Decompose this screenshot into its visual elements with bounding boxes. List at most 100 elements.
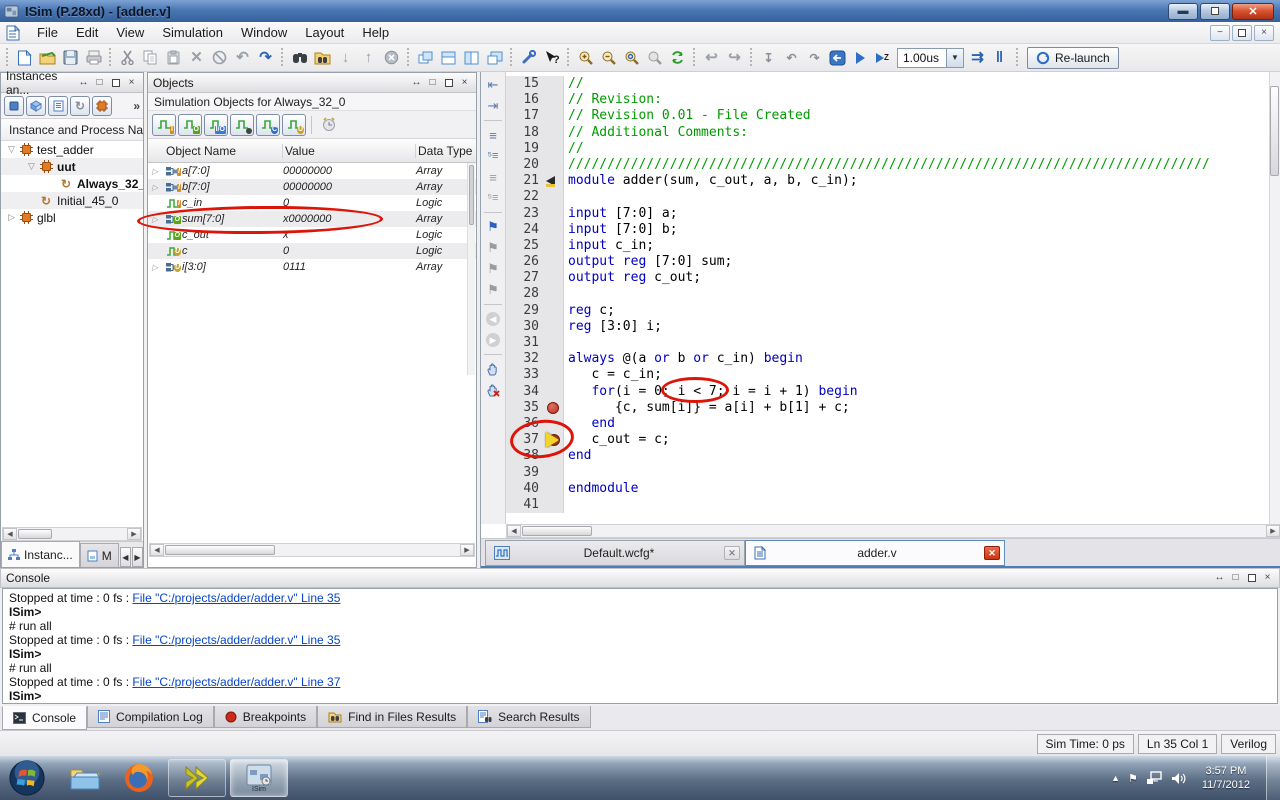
code-line-18[interactable]: 18// Additional Comments: bbox=[506, 125, 1270, 141]
close-panel-icon[interactable]: × bbox=[458, 76, 471, 89]
code-line-34[interactable]: 34 for(i = 0; i < 7; i = i + 1) begin bbox=[506, 384, 1270, 400]
tile-vertical-button[interactable] bbox=[460, 46, 483, 69]
toolbar-grip[interactable] bbox=[509, 48, 514, 68]
row-expander[interactable]: ▷ bbox=[148, 215, 162, 224]
zoom-area-button[interactable] bbox=[643, 46, 666, 69]
code-line-15[interactable]: 15// bbox=[506, 76, 1270, 92]
taskbar-firefox-button[interactable] bbox=[122, 761, 156, 795]
save-button[interactable] bbox=[59, 46, 82, 69]
editor-tab-close-button[interactable]: ✕ bbox=[724, 546, 740, 560]
objects-hscrollbar[interactable]: ◀ ▶ bbox=[149, 543, 475, 557]
delete-button[interactable]: ✕ bbox=[185, 46, 208, 69]
object-row-i30[interactable]: ▷Ui[3:0]0111Array bbox=[148, 259, 476, 275]
nav-forward-button[interactable]: ▶ bbox=[483, 331, 503, 349]
tree-expander[interactable]: ▷ bbox=[5, 212, 18, 223]
toolbar-grip[interactable] bbox=[566, 48, 571, 68]
tree-item-always_32_0[interactable]: ↻Always_32_0 bbox=[1, 175, 143, 192]
find-in-files-button[interactable] bbox=[311, 46, 334, 69]
next-bookmark-button[interactable]: ⚑ bbox=[483, 239, 503, 257]
zoom-out-button[interactable] bbox=[597, 46, 620, 69]
code-line-26[interactable]: 26output reg [7:0] sum; bbox=[506, 254, 1270, 270]
editor-tab-adderv[interactable]: adder.v✕ bbox=[745, 540, 1005, 566]
action-center-flag-icon[interactable]: ⚑ bbox=[1128, 772, 1138, 785]
goto-line-button[interactable]: ⁵≡ bbox=[483, 147, 503, 165]
restore-panel-icon[interactable] bbox=[1245, 572, 1258, 585]
editor-tab-defaultwcfg[interactable]: Default.wcfg*✕ bbox=[485, 540, 745, 566]
volume-icon[interactable] bbox=[1171, 772, 1186, 785]
scroll-right-arrow[interactable]: ▶ bbox=[127, 528, 141, 540]
goto-wave-button[interactable]: ↪ bbox=[723, 46, 746, 69]
close-panel-icon[interactable]: × bbox=[125, 76, 138, 89]
code-line-16[interactable]: 16// Revision: bbox=[506, 92, 1270, 108]
scroll-left-arrow[interactable]: ◀ bbox=[507, 525, 521, 537]
next-marker-button[interactable]: ↷ bbox=[803, 46, 826, 69]
toolbar-grip[interactable] bbox=[5, 48, 10, 68]
taskbar-ise-button[interactable] bbox=[168, 759, 226, 797]
tree-expander[interactable]: ▽ bbox=[5, 144, 18, 155]
editor-vscrollbar[interactable] bbox=[1269, 72, 1280, 524]
nav-back-button[interactable]: ◀ bbox=[483, 310, 503, 328]
menu-edit[interactable]: Edit bbox=[67, 23, 107, 42]
instances-filter-module-button[interactable] bbox=[4, 96, 24, 116]
virtual-console-button[interactable] bbox=[317, 113, 340, 136]
code-line-35[interactable]: 35 {c, sum[i]} = a[i] + b[1] + c; bbox=[506, 400, 1270, 416]
code-line-19[interactable]: 19// bbox=[506, 141, 1270, 157]
settings-button[interactable] bbox=[517, 46, 540, 69]
console-source-link[interactable]: File "C:/projects/adder/adder.v" Line 37 bbox=[132, 675, 340, 689]
float-panel-icon[interactable]: ↔ bbox=[1213, 572, 1226, 585]
maximize-panel-icon[interactable]: □ bbox=[93, 76, 106, 89]
open-file-button[interactable] bbox=[36, 46, 59, 69]
code-line-31[interactable]: 31 bbox=[506, 335, 1270, 351]
scroll-right-arrow[interactable]: ▶ bbox=[460, 544, 474, 556]
restart-button[interactable] bbox=[826, 46, 849, 69]
paste-button[interactable] bbox=[162, 46, 185, 69]
close-panel-icon[interactable]: × bbox=[1261, 572, 1274, 585]
unindent-button[interactable]: ⇤ bbox=[483, 76, 503, 94]
step-button[interactable]: ⇉ bbox=[966, 46, 989, 69]
toggle-bookmark-button[interactable]: ⚑ bbox=[483, 218, 503, 236]
tree-item-uut[interactable]: ▽uut bbox=[1, 158, 143, 175]
scroll-thumb[interactable] bbox=[1270, 86, 1279, 176]
menu-view[interactable]: View bbox=[107, 23, 153, 42]
code-line-25[interactable]: 25input c_in; bbox=[506, 238, 1270, 254]
float-panel-icon[interactable]: ↔ bbox=[410, 76, 423, 89]
mdi-restore-button[interactable] bbox=[1232, 25, 1252, 41]
sim-time-combo[interactable]: 1.00us ▼ bbox=[897, 48, 964, 68]
instances-filter-source-button[interactable] bbox=[48, 96, 68, 116]
code-area[interactable]: 15//16// Revision:17// Revision 0.01 - F… bbox=[506, 72, 1270, 524]
prev-bookmark-button[interactable]: ⚑ bbox=[483, 260, 503, 278]
instances-hscrollbar[interactable]: ◀ ▶ bbox=[2, 527, 142, 541]
editor-tab-close-button[interactable]: ✕ bbox=[984, 546, 1000, 560]
zoom-full-button[interactable] bbox=[620, 46, 643, 69]
current-marker[interactable] bbox=[544, 432, 564, 448]
hide-line-numbers-button[interactable]: ≡ bbox=[483, 168, 503, 186]
code-line-33[interactable]: 33 c = c_in; bbox=[506, 367, 1270, 383]
pan-button[interactable] bbox=[483, 360, 503, 378]
object-row-c_in[interactable]: Ic_in0Logic bbox=[148, 195, 476, 211]
relaunch-button[interactable]: Re-launch bbox=[1027, 47, 1119, 69]
toolbar-grip[interactable] bbox=[406, 48, 411, 68]
code-line-41[interactable]: 41 bbox=[506, 497, 1270, 513]
hidden-icons-button[interactable]: ▲ bbox=[1111, 773, 1120, 783]
menu-file[interactable]: File bbox=[28, 23, 67, 42]
menu-window[interactable]: Window bbox=[232, 23, 296, 42]
object-row-b70[interactable]: ▷Ib[7:0]00000000Array bbox=[148, 179, 476, 195]
code-line-24[interactable]: 24input [7:0] b; bbox=[506, 222, 1270, 238]
toolbar-grip[interactable] bbox=[749, 48, 754, 68]
instances-filter-instance-button[interactable] bbox=[92, 96, 112, 116]
minimize-button[interactable]: ▬ bbox=[1168, 3, 1198, 20]
stop-button[interactable] bbox=[380, 46, 403, 69]
find-button[interactable] bbox=[288, 46, 311, 69]
breakpoint-icon[interactable] bbox=[547, 402, 559, 414]
row-expander[interactable]: ▷ bbox=[148, 167, 162, 176]
bookmark-marker[interactable] bbox=[544, 173, 564, 189]
row-expander[interactable]: ▷ bbox=[148, 263, 162, 272]
mdi-close-button[interactable]: × bbox=[1254, 25, 1274, 41]
float-window-button[interactable] bbox=[483, 46, 506, 69]
instances-filter-process-button[interactable]: ↻ bbox=[70, 96, 90, 116]
tab-instances[interactable]: Instanc... bbox=[1, 541, 80, 567]
show-line-numbers-button[interactable]: ≡ bbox=[483, 126, 503, 144]
breakpoint-delete-button[interactable] bbox=[483, 381, 503, 399]
code-line-37[interactable]: 37 c_out = c; bbox=[506, 432, 1270, 448]
objects-filter-o-button[interactable]: O bbox=[178, 114, 202, 136]
